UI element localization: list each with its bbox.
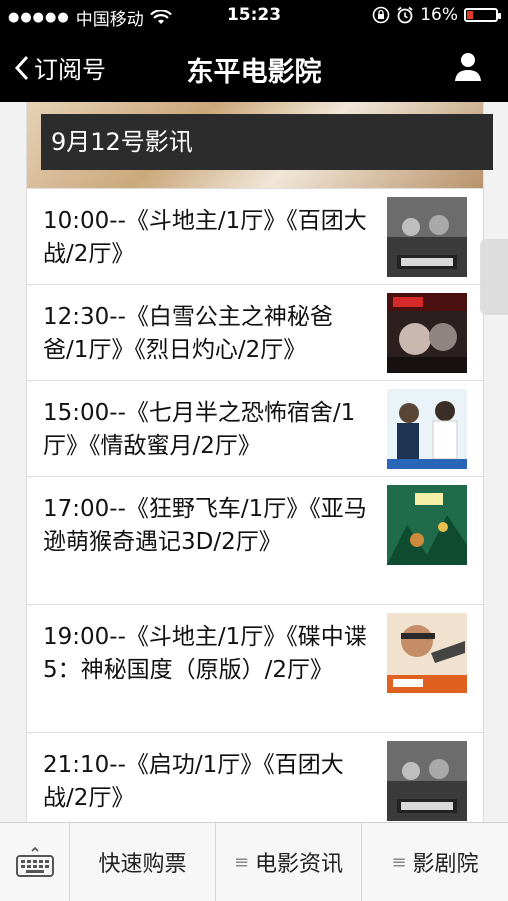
keyboard-toggle-button[interactable] bbox=[0, 823, 70, 901]
schedule-text: 15:00--《七月半之恐怖宿舍/1厅》《情敌蜜月/2厅》 bbox=[43, 400, 356, 459]
nav-bar: 订阅号 东平电影院 bbox=[0, 30, 508, 102]
menu-label: 快速购票 bbox=[98, 852, 187, 877]
menu-lines-icon: ≡ bbox=[391, 851, 407, 873]
menu-theater[interactable]: ≡ 影剧院 bbox=[362, 823, 508, 901]
battery-icon bbox=[464, 8, 501, 22]
menu-quick-ticket[interactable]: 快速购票 bbox=[70, 823, 216, 901]
user-icon[interactable] bbox=[452, 50, 484, 82]
page-title: 东平电影院 bbox=[186, 57, 322, 88]
schedule-row: 15:00--《七月半之恐怖宿舍/1厅》《情敌蜜月/2厅》 bbox=[27, 380, 483, 477]
status-right: 16% bbox=[372, 5, 501, 25]
schedule-text: 19:00--《斗地主/1厅》《碟中谍5：神秘国度（原版）/2厅》 bbox=[43, 624, 367, 683]
banner-image: 9月12号影讯 bbox=[27, 102, 493, 188]
menu-label: 电影资讯 bbox=[255, 852, 344, 877]
movie-poster bbox=[387, 485, 467, 565]
menu-lines-icon: ≡ bbox=[233, 851, 250, 873]
movie-poster bbox=[387, 613, 467, 693]
movie-poster bbox=[387, 197, 467, 277]
lock-rotation-icon bbox=[372, 6, 390, 24]
status-bar: ●●●●● 中国移动 15:23 16% bbox=[0, 0, 508, 30]
schedule-row: 10:00--《斗地主/1厅》《百团大战/2厅》 bbox=[27, 188, 483, 285]
banner-caption: 9月12号影讯 bbox=[41, 114, 493, 170]
movie-poster bbox=[387, 389, 467, 469]
schedule-text: 12:30--《白雪公主之神秘爸爸/1厅》《烈日灼心/2厅》 bbox=[43, 304, 333, 363]
menu-movie-news[interactable]: ≡ 电影资讯 bbox=[216, 823, 362, 901]
schedule-row: 17:00--《狂野飞车/1厅》《亚马逊萌猴奇遇记3D/2厅》 bbox=[27, 476, 483, 605]
movie-poster bbox=[387, 293, 467, 373]
article-content[interactable]: 9月12号影讯 10:00--《斗地主/1厅》《百团大战/2厅》 12:30--… bbox=[0, 102, 508, 822]
movie-poster bbox=[387, 741, 467, 821]
schedule-row: 21:10--《启功/1厅》《百团大战/2厅》 bbox=[27, 732, 483, 822]
bottom-menu: 快速购票 ≡ 电影资讯 ≡ 影剧院 bbox=[0, 822, 508, 901]
battery-percent: 16% bbox=[420, 5, 458, 25]
keyboard-icon bbox=[15, 846, 54, 877]
schedule-row: 12:30--《白雪公主之神秘爸爸/1厅》《烈日灼心/2厅》 bbox=[27, 284, 483, 381]
scroll-handle[interactable] bbox=[480, 239, 508, 315]
schedule-row: 19:00--《斗地主/1厅》《碟中谍5：神秘国度（原版）/2厅》 bbox=[27, 604, 483, 733]
schedule-card: 9月12号影讯 10:00--《斗地主/1厅》《百团大战/2厅》 12:30--… bbox=[26, 102, 493, 822]
schedule-text: 21:10--《启功/1厅》《百团大战/2厅》 bbox=[43, 752, 344, 811]
alarm-icon bbox=[397, 6, 413, 24]
schedule-text: 17:00--《狂野飞车/1厅》《亚马逊萌猴奇遇记3D/2厅》 bbox=[43, 496, 367, 555]
schedule-text: 10:00--《斗地主/1厅》《百团大战/2厅》 bbox=[43, 208, 367, 267]
menu-label: 影剧院 bbox=[412, 852, 479, 877]
